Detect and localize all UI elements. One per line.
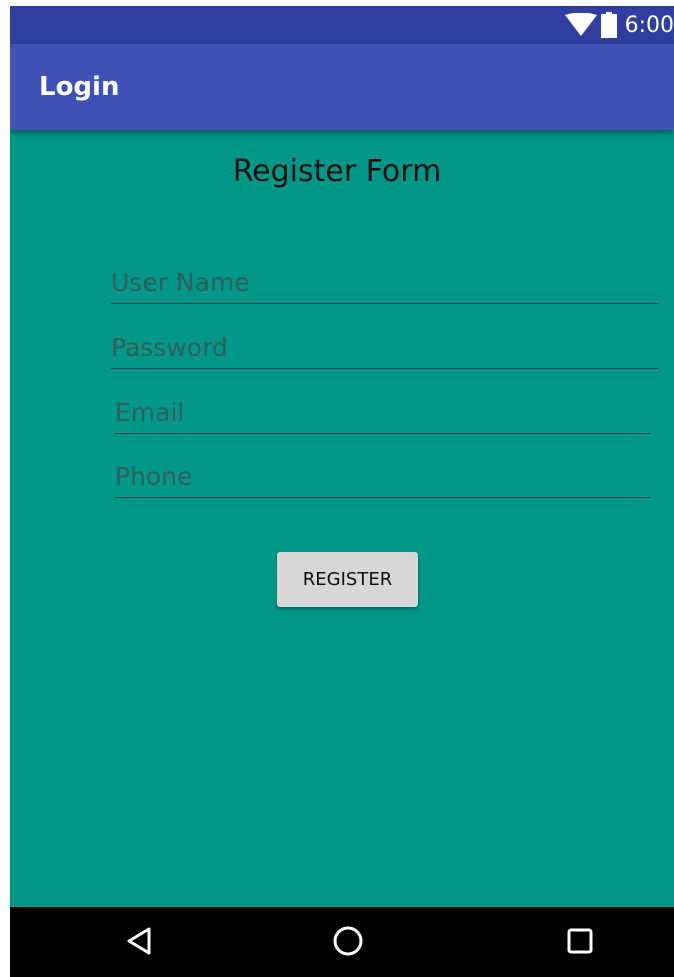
recents-icon[interactable] [562,923,598,959]
phone-input[interactable] [115,458,651,497]
status-clock: 6:00 [624,12,674,38]
app-bar: Login [10,44,674,130]
app-title: Login [39,72,120,102]
password-input[interactable] [111,329,658,368]
battery-icon [600,12,617,38]
username-field[interactable] [111,264,658,304]
email-input[interactable] [115,394,651,433]
status-icons: 6:00 [564,6,674,44]
form-title: Register Form [232,154,442,189]
back-icon[interactable] [121,923,157,959]
phone-field[interactable] [115,458,651,498]
username-input[interactable] [111,264,658,303]
status-bar: 6:00 [10,6,674,44]
navigation-bar [10,907,674,977]
home-icon[interactable] [330,923,366,959]
app-screen: 6:00 Login Register Form REGISTER [10,6,674,977]
wifi-icon [564,13,597,36]
email-field[interactable] [115,394,651,434]
password-field[interactable] [111,329,658,369]
register-button[interactable]: REGISTER [277,552,418,607]
